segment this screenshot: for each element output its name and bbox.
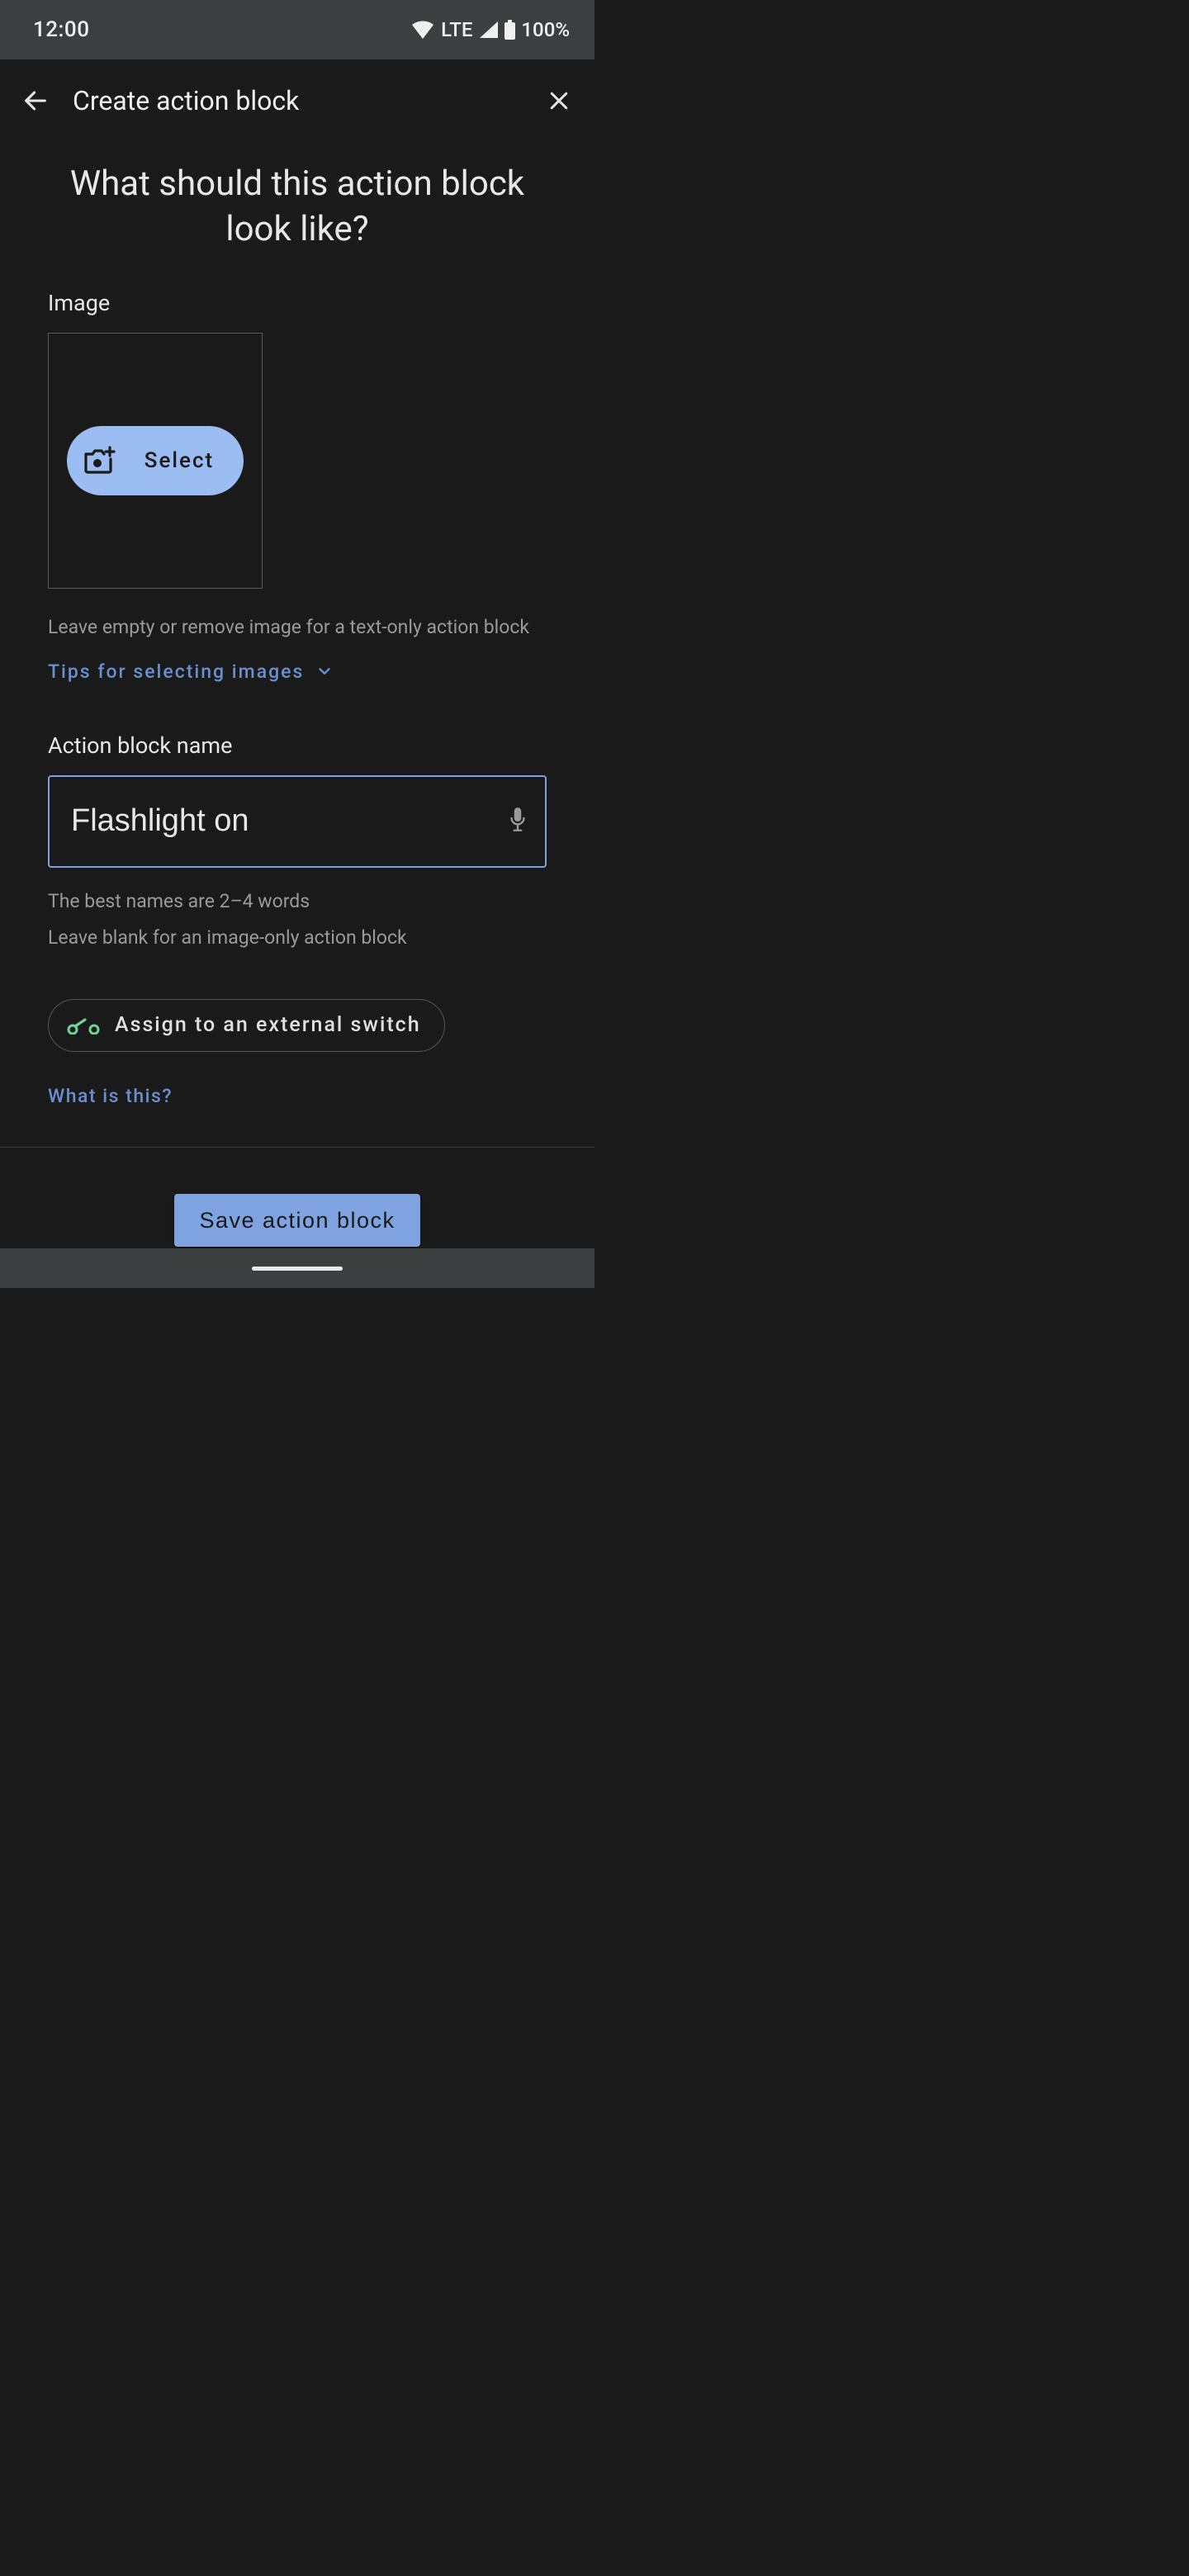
close-icon <box>547 88 571 113</box>
page-heading: What should this action block look like? <box>48 162 547 252</box>
chevron-down-icon <box>315 662 334 680</box>
status-time: 12:00 <box>33 17 89 42</box>
system-nav-bar <box>0 1248 594 1288</box>
status-bar: 12:00 LTE 100% <box>0 0 594 59</box>
status-indicators: LTE 100% <box>411 18 570 41</box>
camera-add-icon <box>83 446 116 476</box>
app-bar: Create action block <box>0 59 594 142</box>
save-action-block-button[interactable]: Save action block <box>174 1194 419 1247</box>
signal-icon <box>479 21 499 39</box>
close-button[interactable] <box>538 80 580 121</box>
name-hint-1: The best names are 2–4 words <box>48 888 547 916</box>
battery-icon <box>504 20 516 40</box>
wifi-icon <box>411 21 434 39</box>
tips-link[interactable]: Tips for selecting images <box>48 661 547 683</box>
switch-icon <box>67 1016 100 1035</box>
network-label: LTE <box>441 18 472 41</box>
what-is-this-link[interactable]: What is this? <box>48 1085 547 1107</box>
battery-percent: 100% <box>521 18 570 41</box>
select-image-button[interactable]: Select <box>67 426 244 495</box>
mic-icon <box>507 806 528 834</box>
arrow-left-icon <box>21 87 50 115</box>
footer: Save action block <box>0 1194 594 1247</box>
image-preview-box: Select <box>48 333 263 589</box>
action-block-name-input[interactable] <box>48 775 547 868</box>
name-input-wrap <box>48 775 547 868</box>
back-button[interactable] <box>15 80 56 121</box>
name-label: Action block name <box>48 732 547 759</box>
name-hint-2: Leave blank for an image-only action blo… <box>48 924 547 953</box>
footer-divider <box>0 1147 594 1148</box>
image-label: Image <box>48 290 547 316</box>
image-hint: Leave empty or remove image for a text-o… <box>48 613 547 642</box>
mic-button[interactable] <box>507 806 528 837</box>
assign-switch-button[interactable]: Assign to an external switch <box>48 999 445 1052</box>
nav-handle[interactable] <box>252 1267 343 1271</box>
content-area: What should this action block look like?… <box>0 142 594 1107</box>
tips-link-label: Tips for selecting images <box>48 661 304 683</box>
appbar-title: Create action block <box>73 85 538 116</box>
select-image-label: Select <box>144 448 214 473</box>
assign-switch-label: Assign to an external switch <box>115 1013 421 1037</box>
